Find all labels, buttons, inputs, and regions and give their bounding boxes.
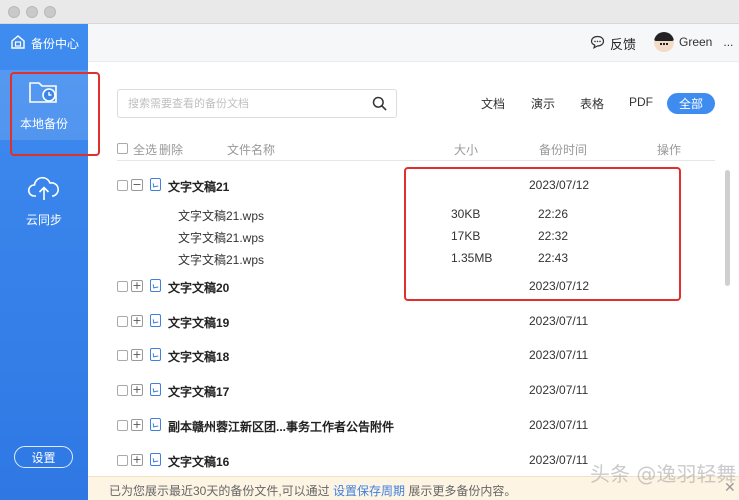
feedback-button[interactable]: 反馈 [590,34,636,53]
search-input[interactable] [128,96,358,112]
backup-date: 2023/07/11 [529,348,589,362]
search-icon[interactable] [372,96,387,114]
document-icon [150,453,161,466]
minimize-window-button[interactable] [26,6,38,18]
highlight-box-local-backup [10,72,100,156]
column-name: 文件名称 [227,143,276,157]
notice-prefix: 已为您展示最近30天的备份文件,可以通过 [109,484,330,498]
sidebar-item-cloud-sync[interactable]: 云同步 [0,166,88,236]
user-more: ... [723,35,734,49]
file-name: 文字文稿19 [168,316,230,330]
row-checkbox[interactable] [117,385,128,396]
filter-doc[interactable]: 文档 [481,95,505,112]
set-retention-link[interactable]: 设置保存周期 [333,484,405,498]
document-icon [150,348,161,361]
avatar [654,32,674,52]
backup-date: 2023/07/11 [529,453,589,467]
expand-toggle[interactable]: + [131,280,143,292]
expand-toggle[interactable]: + [131,419,143,431]
version-file-name: 文字文稿21.wps [178,231,265,245]
document-icon [150,279,161,292]
file-name: 副本赣州蓉江新区团...事务工作者公告附件 [168,420,395,434]
select-all-label[interactable]: 全选 [133,141,157,158]
document-icon [150,178,161,191]
column-time: 备份时间 [539,143,588,157]
row-checkbox[interactable] [117,350,128,361]
zoom-window-button[interactable] [44,6,56,18]
delete-button[interactable]: 删除 [159,141,183,158]
file-name: 文字文稿18 [168,350,230,364]
expand-toggle[interactable]: + [131,349,143,361]
version-file-name: 文字文稿21.wps [178,209,265,223]
column-action: 操作 [657,143,682,157]
row-checkbox[interactable] [117,281,128,292]
filter-pdf[interactable]: PDF [629,95,653,109]
close-window-button[interactable] [8,6,20,18]
sidebar-item-label: 云同步 [25,213,62,227]
chat-bubble-icon [590,35,605,52]
cloud-upload-icon [27,174,61,205]
filter-ppt[interactable]: 演示 [531,95,555,112]
highlight-box-versions [404,167,681,301]
row-checkbox[interactable] [117,316,128,327]
row-checkbox[interactable] [117,455,128,466]
select-all-checkbox[interactable] [117,143,128,154]
expand-toggle[interactable]: + [131,454,143,466]
file-name: 文字文稿16 [168,455,230,469]
watermark: 头条 @逸羽轻舞 [590,462,737,486]
file-name: 文字文稿21 [168,180,230,194]
version-file-name: 文字文稿21.wps [178,253,265,267]
topbar: 反馈 Green ... [88,24,739,62]
window-titlebar [0,0,739,24]
backup-center-icon [10,34,26,53]
row-checkbox[interactable] [117,180,128,191]
feedback-label: 反馈 [610,37,637,52]
notice-suffix: 展示更多备份内容。 [408,484,517,498]
document-icon [150,314,161,327]
backup-date: 2023/07/11 [529,314,589,328]
user-menu[interactable]: Green ... [654,32,733,52]
brand-title: 备份中心 [31,36,80,51]
backup-date: 2023/07/11 [529,418,589,432]
document-icon [150,418,161,431]
expand-toggle[interactable]: + [131,384,143,396]
brand: 备份中心 [10,34,79,52]
file-name: 文字文稿20 [168,281,230,295]
notice-text: 已为您展示最近30天的备份文件,可以通过 设置保存周期 展示更多备份内容。 [109,482,516,499]
backup-date: 2023/07/11 [529,383,589,397]
settings-button[interactable]: 设置 [14,446,73,468]
document-icon [150,383,161,396]
expand-toggle[interactable]: + [131,315,143,327]
file-name: 文字文稿17 [168,385,230,399]
filter-all[interactable]: 全部 [667,93,715,114]
filter-sheet[interactable]: 表格 [580,95,604,112]
scrollbar[interactable] [725,170,730,286]
column-size: 大小 [454,143,479,157]
row-checkbox[interactable] [117,420,128,431]
user-name: Green [679,35,713,49]
table-header: 全选 删除 文件名称 大小 备份时间 操作 [117,138,715,161]
search-box [117,89,397,118]
collapse-toggle[interactable]: − [131,179,143,191]
